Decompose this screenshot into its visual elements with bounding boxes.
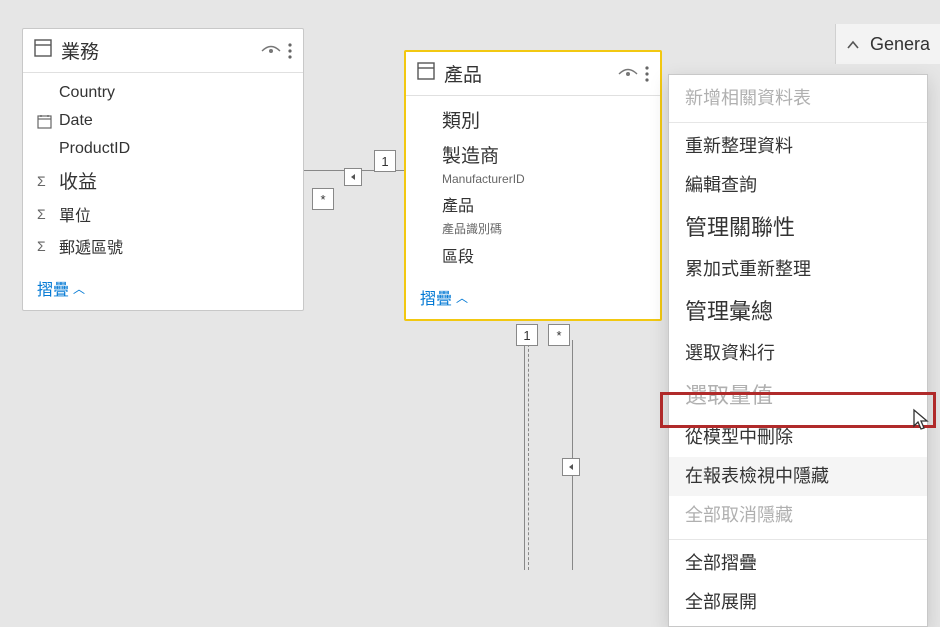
field-label: 類別 [442,106,480,133]
menu-unhide-all: 全部取消隱藏 [669,496,927,535]
field-label: Date [59,112,93,130]
field-label: ManufacturerID [442,172,525,186]
pane-title: Genera [870,34,930,55]
filter-direction-icon [562,458,580,476]
field-category[interactable]: 類別 [406,102,660,137]
cardinality-one: 1 [516,324,538,346]
field-productcode[interactable]: 產品識別碼 [406,220,660,239]
chevron-up-icon: ︿ [73,280,85,297]
field-label: 製造商 [442,141,499,168]
collapse-link[interactable]: 摺疊 ︿ [23,268,303,310]
field-label: 產品 [442,192,474,216]
menu-delete-from-model[interactable]: 從模型中刪除 [669,418,927,457]
menu-manage-relationships[interactable]: 管理關聯性 [669,205,927,250]
field-manufacturerid[interactable]: ManufacturerID [406,172,660,188]
context-menu[interactable]: 新增相關資料表 重新整理資料 編輯查詢 管理關聯性 累加式重新整理 管理彙總 選… [668,74,928,627]
field-productid[interactable]: ProductID [23,135,303,163]
field-date[interactable]: Date [23,107,303,135]
field-manufacturer[interactable]: 製造商 [406,137,660,172]
cardinality-many: * [548,324,570,346]
collapse-label: 摺疊 [37,276,69,300]
field-country[interactable]: Country [23,79,303,107]
field-label: 收益 [59,167,97,194]
table-body-sales: Country Date ProductID Σ 收益 Σ 單位 Σ 郵遞區號 [23,73,303,268]
table-title: 產品 [444,60,612,87]
menu-select-measures: 選取量值 [669,373,927,418]
collapse-link[interactable]: 摺疊 ︿ [406,277,660,319]
table-header-product: 產品 [406,52,660,96]
chevron-up-icon: ︿ [456,289,468,306]
table-icon [33,38,53,63]
menu-edit-query[interactable]: 編輯查詢 [669,166,927,205]
visibility-icon[interactable] [618,67,638,81]
menu-separator [669,122,927,123]
table-card-sales[interactable]: 業務 Country Date ProductID Σ 收益 Σ 單位 [22,28,304,311]
field-units[interactable]: Σ 單位 [23,198,303,230]
field-revenue[interactable]: Σ 收益 [23,163,303,198]
collapse-label: 摺疊 [420,285,452,309]
sigma-icon: Σ [37,238,59,254]
relationship-line-dashed [528,334,529,570]
calendar-icon [37,114,59,129]
menu-collapse-all[interactable]: 全部摺疊 [669,544,927,583]
field-label: Country [59,84,115,102]
relationship-line[interactable] [524,334,525,570]
field-segment[interactable]: 區段 [406,239,660,271]
more-options-icon[interactable] [287,42,293,60]
field-product[interactable]: 產品 [406,188,660,220]
filter-direction-icon [344,168,362,186]
sigma-icon: Σ [37,173,59,189]
field-zip[interactable]: Σ 郵遞區號 [23,230,303,262]
chevron-up-icon [846,34,860,55]
menu-add-related: 新增相關資料表 [669,79,927,118]
cardinality-many: * [312,188,334,210]
menu-refresh-data[interactable]: 重新整理資料 [669,127,927,166]
menu-expand-all[interactable]: 全部展開 [669,583,927,622]
field-label: 產品識別碼 [442,220,502,237]
table-card-product[interactable]: 產品 類別 製造商 ManufacturerID 產品 產品識別碼 區段 摺疊 … [404,50,662,321]
cardinality-one: 1 [374,150,396,172]
menu-hide-in-report[interactable]: 在報表檢視中隱藏 [669,457,927,496]
menu-manage-aggregations[interactable]: 管理彙總 [669,289,927,334]
table-icon [416,61,436,86]
menu-select-columns[interactable]: 選取資料行 [669,334,927,373]
field-label: 單位 [59,202,91,226]
menu-incremental-refresh[interactable]: 累加式重新整理 [669,250,927,289]
field-label: 郵遞區號 [59,234,123,258]
field-label: ProductID [59,140,130,158]
field-label: 區段 [442,243,474,267]
model-canvas[interactable]: 業務 Country Date ProductID Σ 收益 Σ 單位 [0,0,940,571]
general-pane-header[interactable]: Genera [835,24,940,64]
more-options-icon[interactable] [644,65,650,83]
relationship-line[interactable] [572,340,573,570]
visibility-icon[interactable] [261,44,281,58]
table-title: 業務 [61,37,255,64]
table-body-product: 類別 製造商 ManufacturerID 產品 產品識別碼 區段 [406,96,660,277]
sigma-icon: Σ [37,206,59,222]
table-header-sales: 業務 [23,29,303,73]
menu-separator [669,539,927,540]
